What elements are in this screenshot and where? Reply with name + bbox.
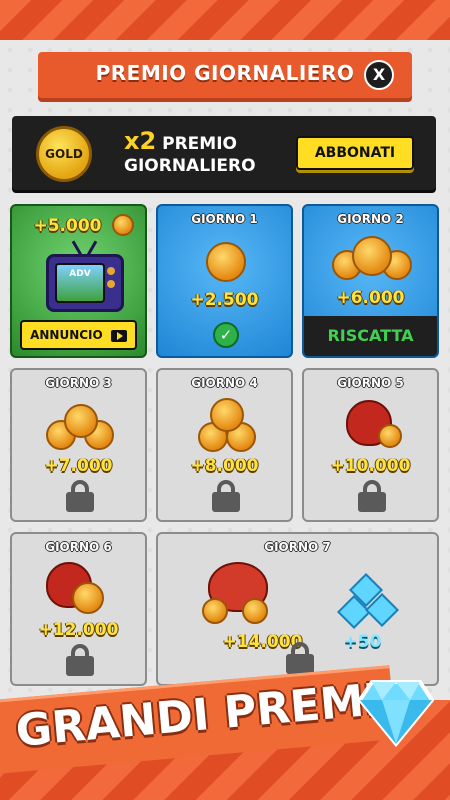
multiplier-label: x2 — [124, 127, 157, 155]
day-4-card: GIORNO 4 +8.000 — [156, 368, 293, 522]
play-video-icon — [110, 329, 127, 342]
day-6-amount: +12.000 — [38, 620, 119, 640]
gold-title-line2: GIORNALIERO — [124, 156, 256, 176]
coin-icon — [242, 598, 268, 624]
gold-subscription-banner: GOLD x2 PREMIO GIORNALIERO ABBONATI — [12, 116, 436, 190]
day-7-card: GIORNO 7 +14.000 +50 — [156, 532, 439, 686]
coin-icon — [352, 236, 392, 276]
watch-ad-button[interactable]: ANNUNCIO — [20, 320, 137, 350]
day-3-card: GIORNO 3 +7.000 — [10, 368, 147, 522]
day-6-label: GIORNO 6 — [45, 540, 112, 554]
gold-title-line1: PREMIO — [162, 134, 237, 154]
day-6-card: GIORNO 6 +12.000 — [10, 532, 147, 686]
lock-icon — [66, 480, 94, 512]
day-3-amount: +7.000 — [44, 456, 113, 476]
coin-icon — [206, 242, 246, 282]
diamond-icon — [358, 680, 434, 748]
check-badge-icon: ✓ — [213, 322, 239, 348]
day-4-label: GIORNO 4 — [191, 376, 258, 390]
day-7-label: GIORNO 7 — [264, 540, 331, 554]
day-2-amount: +6.000 — [336, 288, 405, 308]
coin-icon — [210, 398, 244, 432]
lock-icon — [66, 644, 94, 676]
page-title: PREMIO GIORNALIERO — [95, 61, 355, 85]
day-1-amount: +2.500 — [190, 290, 259, 310]
header-ribbon: PREMIO GIORNALIERO X — [16, 52, 434, 100]
claim-button[interactable]: RISCATTA — [304, 316, 437, 356]
watch-ad-label: ANNUNCIO — [30, 328, 103, 342]
lock-icon — [358, 480, 386, 512]
day-5-amount: +10.000 — [330, 456, 411, 476]
lock-icon — [212, 480, 240, 512]
day-1-card: GIORNO 1 +2.500 ✓ — [156, 204, 293, 358]
coin-icon — [378, 424, 402, 448]
day-1-label: GIORNO 1 — [191, 212, 258, 226]
coin-icon — [72, 582, 104, 614]
coin-icon — [112, 214, 134, 236]
day-3-label: GIORNO 3 — [45, 376, 112, 390]
gold-banner-text: x2 PREMIO GIORNALIERO — [124, 127, 256, 177]
ad-reward-card: +5.000 ADV ANNUNCIO — [10, 204, 147, 358]
day-4-amount: +8.000 — [190, 456, 259, 476]
day-2-label: GIORNO 2 — [337, 212, 404, 226]
coin-icon — [202, 598, 228, 624]
day-5-label: GIORNO 5 — [337, 376, 404, 390]
tv-screen-label: ADV — [55, 263, 105, 303]
tv-icon: ADV — [46, 254, 124, 312]
day-2-card[interactable]: GIORNO 2 +6.000 RISCATTA — [302, 204, 439, 358]
close-button[interactable]: X — [364, 60, 394, 90]
subscribe-button[interactable]: ABBONATI — [296, 136, 414, 170]
lock-icon — [286, 642, 314, 674]
coin-icon — [64, 404, 98, 438]
gold-badge-icon: GOLD — [36, 126, 92, 182]
day-5-card: GIORNO 5 +10.000 — [302, 368, 439, 522]
tv-knobs — [107, 267, 117, 297]
